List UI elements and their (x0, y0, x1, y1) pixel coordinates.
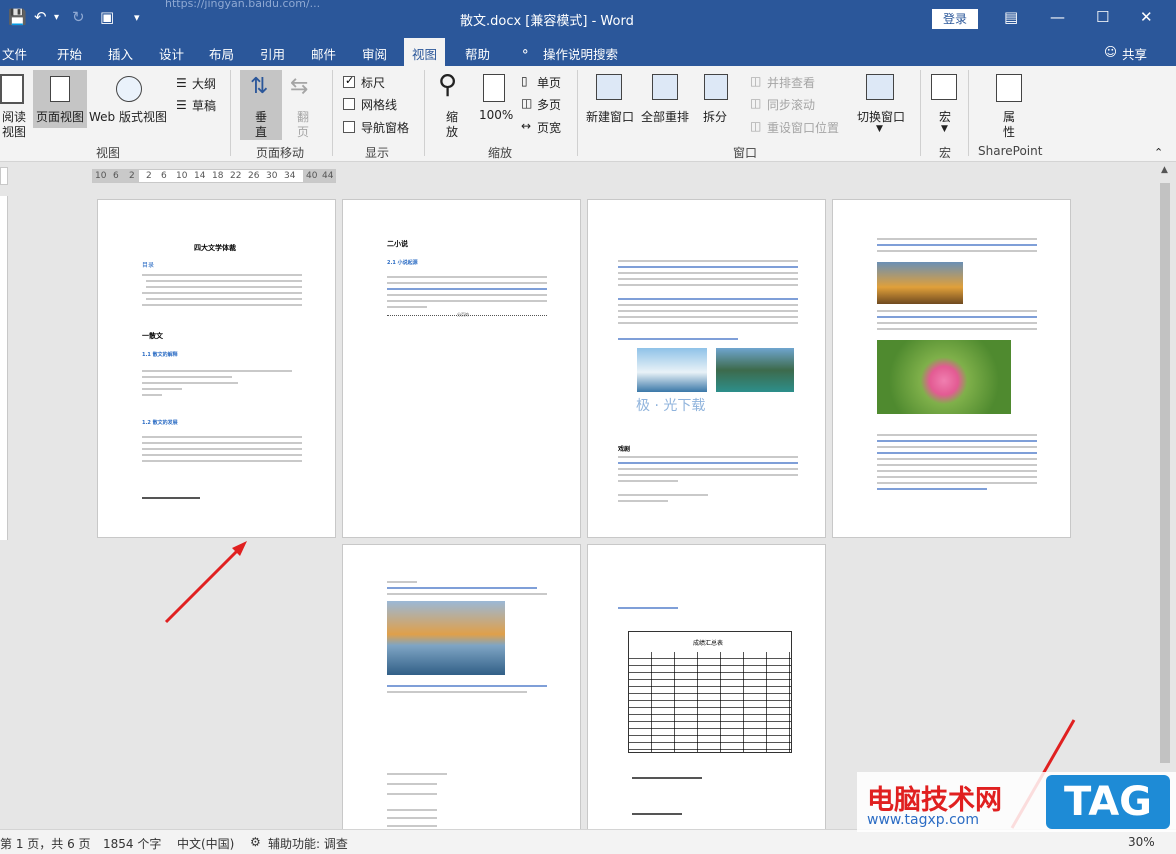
scroll-up-icon[interactable]: ▲ (1161, 165, 1168, 175)
accessibility-icon: ⚙ (250, 835, 261, 849)
vertical-scrollbar[interactable]: ▲ (1156, 163, 1176, 827)
watermark: 电脑技术网 www.tagxp.com TAG (857, 772, 1176, 832)
watermark-url: www.tagxp.com (867, 812, 979, 828)
status-bar: 第 1 页，共 6 页 1854 个字 中文(中国) ⚙ 辅助功能: 调查 30… (0, 829, 1176, 854)
annotation-arrows (164, 541, 1076, 829)
accessibility-status[interactable]: 辅助功能: 调查 (268, 835, 348, 852)
zoom-level[interactable]: 30% (1128, 835, 1155, 849)
language[interactable]: 中文(中国) (177, 835, 234, 852)
red-arrow-left (164, 544, 244, 624)
page-info[interactable]: 第 1 页，共 6 页 (0, 835, 91, 852)
watermark-tag-logo: TAG (1046, 775, 1170, 829)
word-count[interactable]: 1854 个字 (103, 835, 161, 852)
scroll-thumb[interactable] (1160, 183, 1170, 763)
